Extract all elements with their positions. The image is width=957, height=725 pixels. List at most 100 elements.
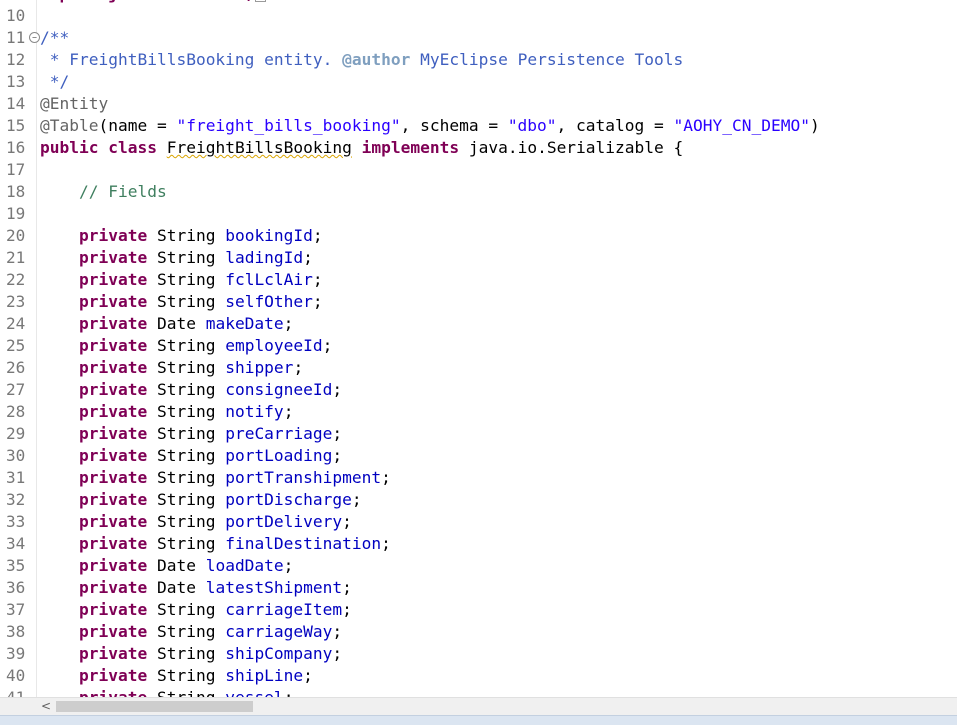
string-literal: "dbo" xyxy=(507,116,557,135)
code-line[interactable]: 27 private String consigneeId; xyxy=(0,379,957,401)
field-type: String xyxy=(156,512,216,531)
code-line[interactable]: 36 private Date latestShipment; xyxy=(0,577,957,599)
code-text: private Date makeDate; xyxy=(78,314,294,333)
line-number: 12 xyxy=(6,50,26,69)
code-line[interactable]: 37 private String carriageItem; xyxy=(0,599,957,621)
code-line[interactable]: 32 private String portDischarge; xyxy=(0,489,957,511)
keyword: implements xyxy=(361,138,460,157)
code-line[interactable]: 28 private String notify; xyxy=(0,401,957,423)
code-line[interactable]: 25 private String employeeId; xyxy=(0,335,957,357)
code-line[interactable]: 26 private String shipper; xyxy=(0,357,957,379)
code-line[interactable]: 41 private String vessel; xyxy=(0,687,957,697)
field-name: selfOther xyxy=(225,292,313,311)
line-number: 29 xyxy=(6,424,26,443)
code-token: ) xyxy=(809,116,820,135)
keyword: private xyxy=(78,336,148,355)
scroll-left-icon[interactable]: < xyxy=(40,699,52,714)
keyword: private xyxy=(78,380,148,399)
string-literal: "AOHY_CN_DEMO" xyxy=(673,116,810,135)
code-line[interactable]: 35 private Date loadDate; xyxy=(0,555,957,577)
line-number: 20 xyxy=(6,226,26,245)
keyword: private xyxy=(78,270,148,289)
code-line[interactable]: 20 private String bookingId; xyxy=(0,225,957,247)
keyword: public xyxy=(40,138,99,157)
code-text: private String vessel; xyxy=(40,687,293,697)
horizontal-scrollbar[interactable]: < xyxy=(0,697,957,715)
line-number: 22 xyxy=(6,270,26,289)
collapsed-imports-icon[interactable] xyxy=(255,0,267,2)
keyword: private xyxy=(78,424,148,443)
line-number: 35 xyxy=(6,556,26,575)
code-line[interactable]: 13 */ xyxy=(0,71,957,93)
scrollbar-thumb[interactable] xyxy=(56,701,253,712)
field-type: String xyxy=(156,666,216,685)
code-line[interactable]: 21 private String ladingId; xyxy=(0,247,957,269)
code-line[interactable]: 40 private String shipLine; xyxy=(0,665,957,687)
code-area[interactable]: 9import java.util.Date;1011−/**12 * Frei… xyxy=(0,0,957,697)
code-line[interactable]: 31 private String portTranshipment; xyxy=(0,467,957,489)
code-line[interactable]: 12 * FreightBillsBooking entity. @author… xyxy=(0,49,957,71)
code-line[interactable]: 17 xyxy=(0,159,957,181)
field-type: Date xyxy=(156,578,196,597)
field-name: shipCompany xyxy=(225,644,333,663)
code-line[interactable]: 23 private String selfOther; xyxy=(0,291,957,313)
code-text: private String fclLclAir; xyxy=(78,270,323,289)
field-name: preCarriage xyxy=(225,424,333,443)
javadoc-tag: @author xyxy=(342,50,411,69)
line-number: 33 xyxy=(6,512,26,531)
code-text: private Date latestShipment; xyxy=(78,578,352,597)
field-name: finalDestination xyxy=(225,534,382,553)
code-line[interactable]: 34 private String finalDestination; xyxy=(0,533,957,555)
field-type: String xyxy=(156,336,216,355)
field-type: String xyxy=(156,380,216,399)
line-number: 23 xyxy=(6,292,26,311)
field-name: portDelivery xyxy=(225,512,343,531)
field-type: String xyxy=(156,424,216,443)
fold-collapse-icon[interactable]: − xyxy=(29,32,40,43)
code-line[interactable]: 18 // Fields xyxy=(0,181,957,203)
line-number: 11 xyxy=(6,28,26,47)
code-line[interactable]: 14 @Entity xyxy=(0,93,957,115)
code-editor[interactable]: 9import java.util.Date;1011−/**12 * Frei… xyxy=(0,0,957,697)
keyword: private xyxy=(78,446,148,465)
code-line[interactable]: 10 xyxy=(0,5,957,27)
line-number: 16 xyxy=(6,138,26,157)
field-name: employeeId xyxy=(225,336,323,355)
code-text: private String portDelivery; xyxy=(78,512,352,531)
field-type: String xyxy=(156,600,216,619)
keyword: private xyxy=(78,556,148,575)
keyword: private xyxy=(78,292,148,311)
javadoc-star: * xyxy=(40,50,70,69)
code-line[interactable]: 19 xyxy=(0,203,957,225)
line-number: 36 xyxy=(6,578,26,597)
code-text: private String portLoading; xyxy=(78,446,343,465)
code-text: */ xyxy=(40,71,70,93)
code-text: public class FreightBillsBooking impleme… xyxy=(40,137,683,159)
code-line[interactable]: 39 private String shipCompany; xyxy=(0,643,957,665)
code-line[interactable]: 15 @Table(name = "freight_bills_booking",… xyxy=(0,115,957,137)
code-text: private String consigneeId; xyxy=(78,380,343,399)
code-line[interactable]: 38 private String carriageWay; xyxy=(0,621,957,643)
field-name: portLoading xyxy=(225,446,333,465)
code-line[interactable]: 33 private String portDelivery; xyxy=(0,511,957,533)
javadoc-text: MyEclipse Persistence Tools xyxy=(410,50,684,69)
field-name: notify xyxy=(225,402,284,421)
field-name: portTranshipment xyxy=(225,468,382,487)
field-name: makeDate xyxy=(205,314,284,333)
code-line[interactable]: 24 private Date makeDate; xyxy=(0,313,957,335)
code-line[interactable]: 11−/** xyxy=(0,27,957,49)
code-line[interactable]: 29 private String preCarriage; xyxy=(0,423,957,445)
code-line[interactable]: 22 private String fclLclAir; xyxy=(0,269,957,291)
code-text: private String carriageItem; xyxy=(78,600,352,619)
line-number: 19 xyxy=(6,204,26,223)
code-line[interactable]: 16 public class FreightBillsBooking imple… xyxy=(0,137,957,159)
code-text: // Fields xyxy=(40,181,167,203)
line-number: 24 xyxy=(6,314,26,333)
keyword: private xyxy=(78,226,148,245)
keyword: private xyxy=(78,512,148,531)
field-name: shipper xyxy=(225,358,294,377)
keyword: private xyxy=(78,622,148,641)
keyword: private xyxy=(78,534,148,553)
code-line[interactable]: 30 private String portLoading; xyxy=(0,445,957,467)
javadoc-close: */ xyxy=(40,72,70,91)
